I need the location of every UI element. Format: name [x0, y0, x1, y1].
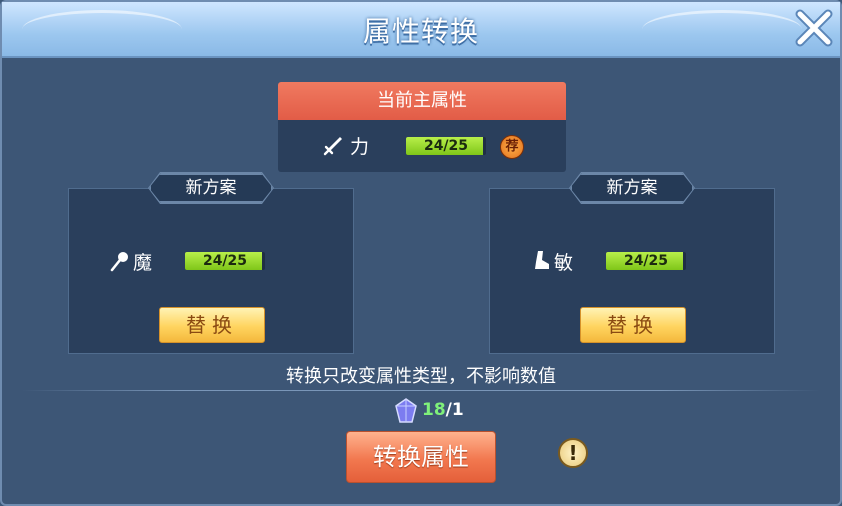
left-attribute-value: 24/25 [202, 253, 248, 269]
new-plan-panel-right: 新方案 敏 24/25 替换 [489, 188, 775, 354]
crystal-icon [395, 398, 417, 423]
exclamation-icon: ! [568, 441, 578, 465]
convert-attribute-button[interactable]: 转换属性 [346, 431, 496, 483]
current-attribute-header: 当前主属性 [278, 82, 566, 120]
sword-icon [323, 137, 342, 156]
left-attribute-name: 魔 [133, 252, 153, 274]
replace-button-left[interactable]: 替换 [159, 307, 265, 343]
attribute-convert-dialog: 属性转换 当前主属性 力 24/25 荐 新方案 魔 24/25 替换 新方案 … [0, 0, 842, 506]
staff-icon [110, 252, 128, 272]
close-icon [795, 9, 833, 47]
new-plan-panel-left: 新方案 魔 24/25 替换 [68, 188, 354, 354]
right-attribute-name: 敏 [554, 252, 574, 274]
cost-text: 18/1 [422, 400, 464, 420]
current-attribute-value: 24/25 [423, 138, 469, 154]
boot-icon [535, 251, 549, 269]
left-attribute-bar: 24/25 [185, 252, 265, 270]
current-attribute-bar: 24/25 [406, 137, 486, 155]
recommended-badge: 荐 [500, 135, 524, 159]
dialog-title: 属性转换 [362, 15, 479, 48]
current-attribute-name: 力 [350, 136, 370, 158]
new-plan-tab-right: 新方案 [570, 173, 694, 203]
right-attribute-value: 24/25 [623, 253, 669, 269]
cost-need: /1 [445, 400, 464, 420]
cost-have: 18 [422, 400, 446, 420]
current-attribute-row: 力 24/25 荐 [278, 120, 566, 172]
divider [22, 390, 820, 391]
current-attribute-box: 当前主属性 力 24/25 荐 [278, 82, 566, 172]
right-attribute-bar: 24/25 [606, 252, 686, 270]
hint-text: 转换只改变属性类型，不影响数值 [286, 366, 556, 387]
replace-button-right[interactable]: 替换 [580, 307, 686, 343]
title-bar: 属性转换 [2, 2, 840, 58]
new-plan-tab-left: 新方案 [149, 173, 273, 203]
info-button[interactable]: ! [558, 438, 588, 468]
close-button[interactable] [792, 6, 836, 50]
